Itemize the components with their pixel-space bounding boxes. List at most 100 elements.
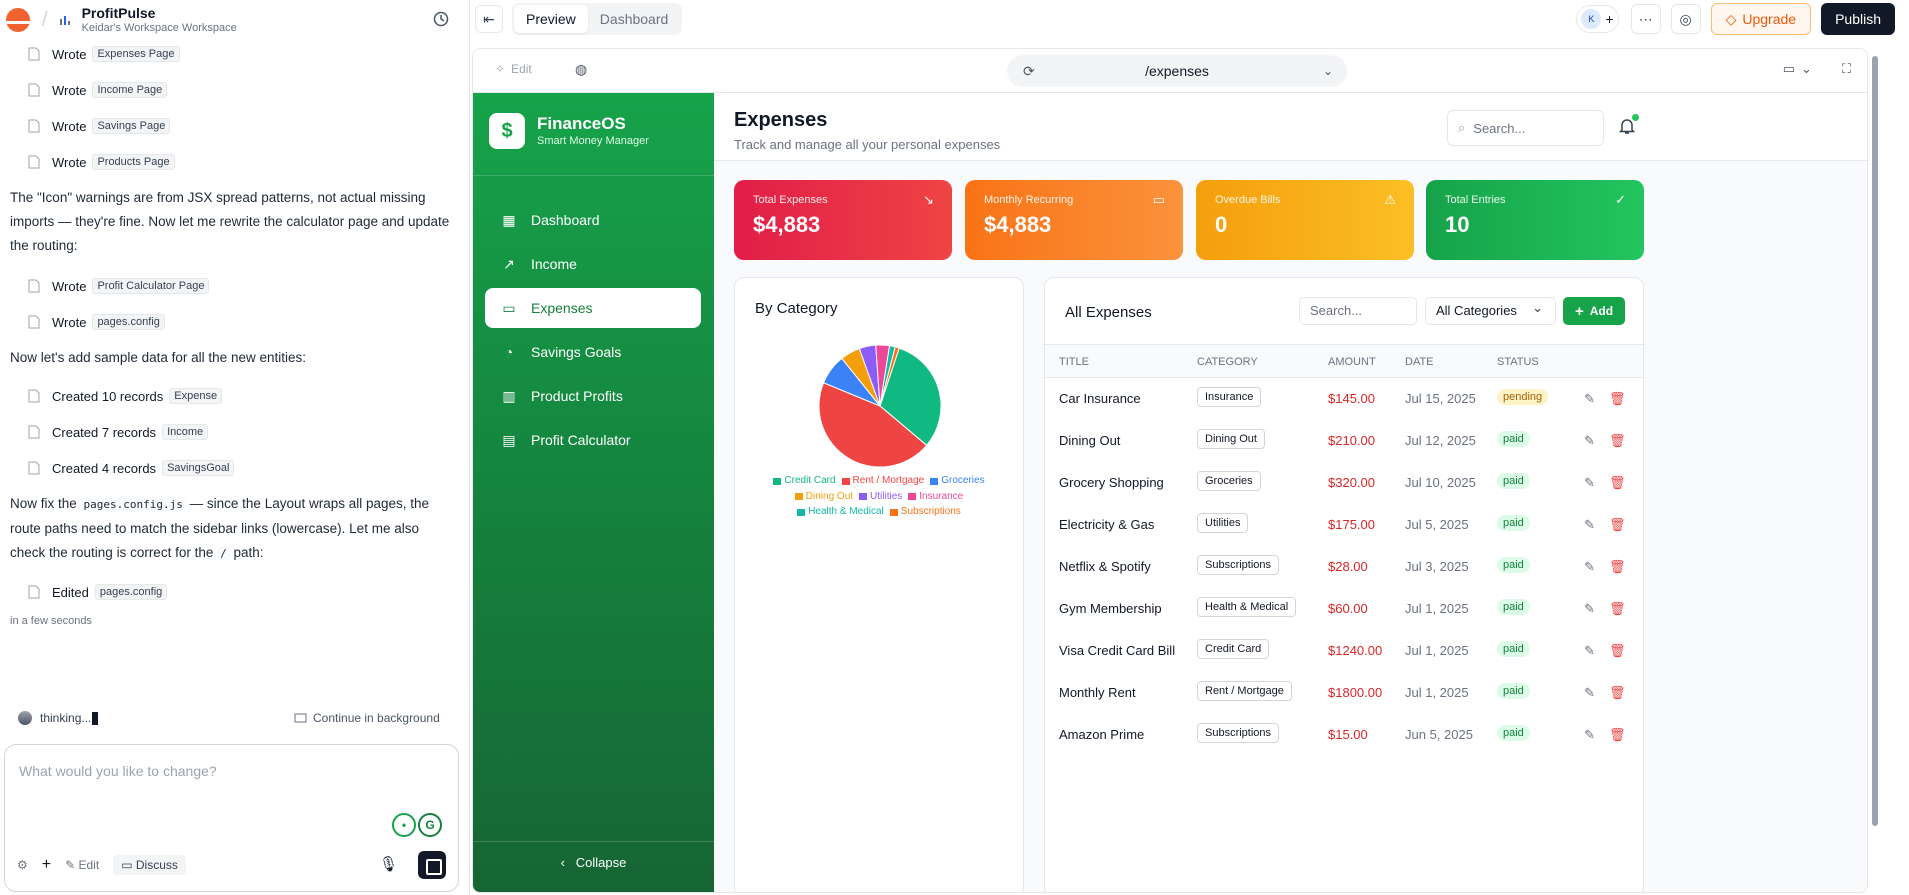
legend-item[interactable]: Credit Card xyxy=(773,474,836,488)
legend-item[interactable]: Groceries xyxy=(930,474,985,488)
table-row[interactable]: Dining Out Dining Out $210.00 Jul 12, 2025 p… xyxy=(1045,420,1643,462)
nav-item-product-profits[interactable]: ▥ Product Profits xyxy=(485,376,701,416)
tab-dashboard[interactable]: Dashboard xyxy=(588,5,681,33)
nav-item-expenses[interactable]: ▭ Expenses xyxy=(485,288,701,328)
edit-icon[interactable]: ✎ xyxy=(1584,727,1595,743)
nav-item-savings-goals[interactable]: ◔ Savings Goals xyxy=(485,332,701,372)
chevron-down-icon[interactable]: ⌄ xyxy=(1801,61,1812,77)
category-filter-select[interactable]: All Categories xyxy=(1425,295,1556,325)
edit-icon[interactable]: ✎ xyxy=(1584,517,1595,533)
column-header[interactable]: AMOUNT xyxy=(1328,356,1376,368)
project-header[interactable]: / ProfitPulse Keidar's Workspace Workspa… xyxy=(6,4,237,36)
log-item[interactable]: Edited pages.config xyxy=(28,584,168,600)
legend-item[interactable]: Utilities xyxy=(859,490,902,504)
history-icon[interactable] xyxy=(432,10,450,28)
log-item[interactable]: Wrote Income Page xyxy=(28,82,168,98)
trash-icon[interactable]: 🗑 xyxy=(1609,643,1626,659)
log-item[interactable]: Wrote Profit Calculator Page xyxy=(28,278,210,294)
legend-item[interactable]: Dining Out xyxy=(794,490,853,504)
expense-amount: $210.00 xyxy=(1328,433,1375,448)
collapse-sidebar-button[interactable]: ‹ Collapse xyxy=(473,855,714,870)
trash-icon[interactable]: 🗑 xyxy=(1609,601,1626,617)
visual-edit-button[interactable]: ✧ Edit xyxy=(495,62,532,76)
chevron-down-icon[interactable]: ⌄ xyxy=(1323,64,1333,78)
table-row[interactable]: Gym Membership Health & Medical $60.00 Jul … xyxy=(1045,588,1643,630)
table-row[interactable]: Netflix & Spotify Subscriptions $28.00 Jul … xyxy=(1045,546,1643,588)
trash-icon[interactable]: 🗑 xyxy=(1609,517,1626,533)
stat-card: Overdue Bills 0 ⚠ xyxy=(1196,180,1414,260)
column-header[interactable]: CATEGORY xyxy=(1197,356,1258,368)
edit-icon[interactable]: ✎ xyxy=(1584,601,1595,617)
table-row[interactable]: Electricity & Gas Utilities $175.00 Jul 5, … xyxy=(1045,504,1643,546)
github-icon[interactable]: ◎ xyxy=(1670,4,1701,34)
add-expense-button[interactable]: + Add xyxy=(1563,297,1625,325)
upgrade-button[interactable]: ◇ Upgrade xyxy=(1710,3,1812,35)
palette-icon[interactable]: ◍ xyxy=(575,61,587,78)
scrollbar[interactable] xyxy=(1871,48,1879,888)
table-row[interactable]: Grocery Shopping Groceries $320.00 Jul 10, … xyxy=(1045,462,1643,504)
column-header[interactable]: TITLE xyxy=(1059,356,1089,368)
legend-item[interactable]: Health & Medical xyxy=(797,505,884,519)
trash-icon[interactable]: 🗑 xyxy=(1609,559,1626,575)
lightbulb-icon[interactable]: • xyxy=(392,813,416,837)
url-bar[interactable]: ⟳ /expenses ⌄ xyxy=(1007,55,1347,87)
tab-preview[interactable]: Preview xyxy=(514,5,588,33)
settings-icon[interactable]: ⚙ xyxy=(17,858,28,872)
table-row[interactable]: Visa Credit Card Bill Credit Card $1240.00… xyxy=(1045,630,1643,672)
table-search-input[interactable]: Search... xyxy=(1299,297,1417,325)
nav-item-income[interactable]: ↗ Income xyxy=(485,244,701,284)
trash-icon[interactable]: 🗑 xyxy=(1609,685,1626,701)
separator: / xyxy=(42,8,48,31)
trash-icon[interactable]: 🗑 xyxy=(1609,727,1626,743)
device-icon[interactable]: ▭ xyxy=(1783,61,1795,77)
legend-item[interactable]: Subscriptions xyxy=(889,505,961,519)
log-item[interactable]: Wrote Products Page xyxy=(28,154,175,170)
expense-amount: $145.00 xyxy=(1328,391,1375,406)
composer-input[interactable]: What would you like to change? xyxy=(19,763,217,779)
table-row[interactable]: Car Insurance Insurance $145.00 Jul 15, 202… xyxy=(1045,378,1643,420)
log-item[interactable]: Created 10 records Expense xyxy=(28,388,223,404)
edit-button[interactable]: ✎ Edit xyxy=(65,858,99,872)
collapse-panel-icon[interactable]: ⇤ xyxy=(475,5,503,33)
continue-in-background-button[interactable]: Continue in background xyxy=(294,711,440,725)
discuss-button[interactable]: ▭ Discuss xyxy=(113,855,186,875)
more-icon[interactable]: ⋯ xyxy=(1630,4,1661,34)
nav-item-dashboard[interactable]: ▦ Dashboard xyxy=(485,200,701,240)
legend-item[interactable]: Insurance xyxy=(908,490,963,504)
legend-item[interactable]: Rent / Mortgage xyxy=(841,474,924,488)
column-header[interactable]: DATE xyxy=(1405,356,1434,368)
collaborators[interactable]: K + xyxy=(1576,5,1619,33)
log-item[interactable]: Wrote pages.config xyxy=(28,314,165,330)
log-item[interactable]: Created 7 records Income xyxy=(28,424,209,440)
composer[interactable]: What would you like to change? • G ⚙ + ✎… xyxy=(4,744,459,892)
trash-icon[interactable]: 🗑 xyxy=(1609,391,1626,407)
nav-item-profit-calculator[interactable]: ▤ Profit Calculator xyxy=(485,420,701,460)
microphone-icon[interactable]: 🎙 xyxy=(379,855,398,873)
log-item[interactable]: Wrote Savings Page xyxy=(28,118,171,134)
grammarly-icon[interactable]: G xyxy=(418,813,442,837)
edit-icon[interactable]: ✎ xyxy=(1584,433,1595,449)
trash-icon[interactable]: 🗑 xyxy=(1609,475,1626,491)
log-item[interactable]: Created 4 records SavingsGoal xyxy=(28,460,235,476)
edit-icon[interactable]: ✎ xyxy=(1584,559,1595,575)
edit-icon[interactable]: ✎ xyxy=(1584,643,1595,659)
stop-button[interactable] xyxy=(418,851,446,879)
header-search-input[interactable]: ⌕ Search... xyxy=(1447,110,1604,146)
url-path[interactable]: /expenses xyxy=(1007,63,1347,79)
add-icon[interactable]: + xyxy=(42,856,51,874)
expense-date: Jul 15, 2025 xyxy=(1405,391,1476,406)
log-item[interactable]: Wrote Expenses Page xyxy=(28,46,180,62)
edit-icon[interactable]: ✎ xyxy=(1584,475,1595,491)
piggy-bank-icon: ◔ xyxy=(504,344,514,360)
status-badge: paid xyxy=(1497,725,1530,741)
publish-button[interactable]: Publish xyxy=(1821,3,1895,35)
bell-icon[interactable] xyxy=(1617,114,1639,136)
trash-icon[interactable]: 🗑 xyxy=(1609,433,1626,449)
table-row[interactable]: Monthly Rent Rent / Mortgage $1800.00 Jul 1… xyxy=(1045,672,1643,714)
column-header[interactable]: STATUS xyxy=(1497,356,1539,368)
invite-icon[interactable]: + xyxy=(1605,11,1613,27)
fullscreen-icon[interactable]: ⛶ xyxy=(1842,61,1851,77)
table-row[interactable]: Amazon Prime Subscriptions $15.00 Jun 5, 20… xyxy=(1045,714,1643,756)
edit-icon[interactable]: ✎ xyxy=(1584,685,1595,701)
edit-icon[interactable]: ✎ xyxy=(1584,391,1595,407)
